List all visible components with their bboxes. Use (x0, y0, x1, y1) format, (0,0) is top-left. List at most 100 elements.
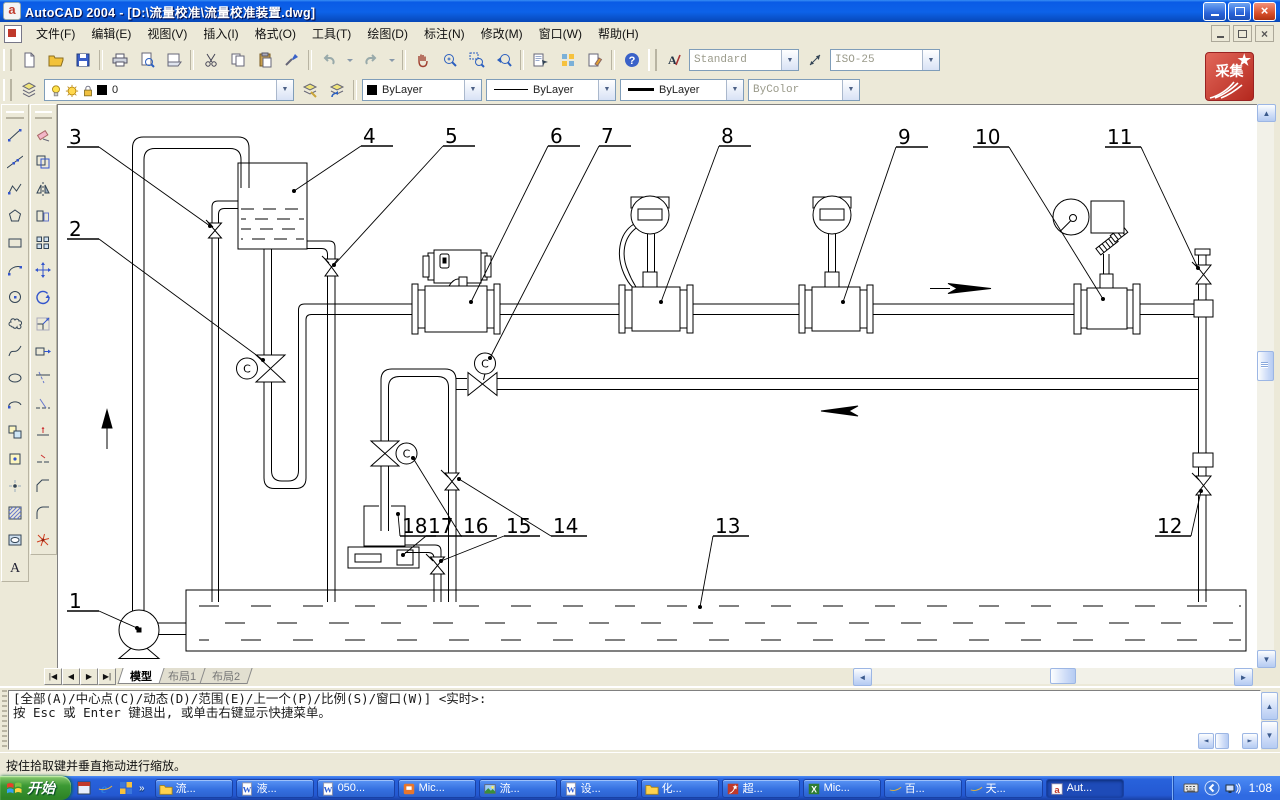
autocad-app-icon[interactable]: a (3, 2, 21, 20)
explode-icon[interactable] (31, 527, 56, 553)
command-vertical-scrollbar[interactable]: ▲ ▼ (1261, 690, 1278, 750)
undo-icon[interactable] (316, 48, 341, 73)
layer-on-icon[interactable] (49, 83, 63, 97)
app-icon[interactable] (75, 779, 93, 797)
scroll-right-icon[interactable]: ► (1242, 733, 1258, 749)
layer-thaw-icon[interactable] (65, 83, 79, 97)
scroll-down-icon[interactable]: ▼ (1257, 650, 1276, 668)
dim-style-icon[interactable] (802, 48, 827, 73)
stretch-icon[interactable] (31, 338, 56, 364)
array-icon[interactable] (31, 230, 56, 256)
menu-文件[interactable]: 文件(F) (28, 22, 83, 45)
layer-combo[interactable]: 0 ▼ (44, 79, 294, 101)
insert-block-icon[interactable] (2, 419, 27, 445)
point-icon[interactable] (2, 473, 27, 499)
ellipse-arc-icon[interactable] (2, 392, 27, 418)
scroll-left-icon[interactable]: ◄ (853, 668, 872, 686)
menu-编辑[interactable]: 编辑(E) (83, 22, 139, 45)
menu-标注[interactable]: 标注(N) (416, 22, 473, 45)
color-combo[interactable]: ByLayer ▼ (362, 79, 482, 101)
drawing-doc-icon[interactable] (4, 25, 22, 43)
text-style-icon[interactable]: A (661, 48, 686, 73)
taskbar-button-液[interactable]: W液... (236, 779, 314, 798)
publish-icon[interactable] (161, 48, 186, 73)
layer-previous-icon[interactable] (324, 77, 349, 102)
properties-icon[interactable] (528, 48, 553, 73)
scroll-down-icon[interactable]: ▼ (1261, 721, 1278, 749)
menu-窗口[interactable]: 窗口(W) (531, 22, 590, 45)
taskbar-button-Aut[interactable]: aAut... (1046, 779, 1124, 798)
chevron-down-icon[interactable]: ▼ (781, 50, 798, 70)
match-properties-icon[interactable] (279, 48, 304, 73)
command-window-splitter[interactable] (2, 690, 7, 750)
ellipse-icon[interactable] (2, 365, 27, 391)
circle-icon[interactable] (2, 284, 27, 310)
extend-icon[interactable] (31, 392, 56, 418)
taskbar-button-流[interactable]: 流... (479, 779, 557, 798)
menu-帮助[interactable]: 帮助(H) (590, 22, 647, 45)
print-preview-icon[interactable] (134, 48, 159, 73)
mdi-close-button[interactable]: × (1255, 25, 1274, 42)
tab-nav-last-icon[interactable]: ▶| (98, 668, 116, 685)
lineweight-combo[interactable]: ByLayer ▼ (620, 79, 744, 101)
drop-icon[interactable] (385, 48, 398, 73)
layer-lock-icon[interactable] (81, 83, 95, 97)
chevron-down-icon[interactable]: ▼ (276, 80, 293, 100)
text-style-combo[interactable]: Standard ▼ (689, 49, 799, 71)
rectangle-icon[interactable] (2, 230, 27, 256)
break-icon[interactable] (31, 446, 56, 472)
tab-nav-prev-icon[interactable]: ◀ (62, 668, 80, 685)
pan-icon[interactable] (410, 48, 435, 73)
hatch-icon[interactable] (2, 500, 27, 526)
ie-icon[interactable]: e (96, 779, 114, 797)
restore-button[interactable] (1228, 2, 1251, 21)
start-button[interactable]: 开始 (0, 776, 71, 800)
screen-capture-badge[interactable]: ★ 采集 (1205, 52, 1254, 101)
taskbar-button-超[interactable]: 超... (722, 779, 800, 798)
minimize-button[interactable] (1203, 2, 1226, 21)
taskbar-button-Mic[interactable]: Mic... (398, 779, 476, 798)
chevron-down-icon[interactable]: ▼ (922, 50, 939, 70)
tab-nav-first-icon[interactable]: |◀ (44, 668, 62, 685)
chevron-down-icon[interactable]: ▼ (464, 80, 481, 100)
tab-模型[interactable]: 模型 (117, 668, 164, 684)
taskbar-button-天[interactable]: e天... (965, 779, 1043, 798)
make-block-icon[interactable] (2, 446, 27, 472)
redo-icon[interactable] (358, 48, 383, 73)
break-at-point-icon[interactable] (31, 419, 56, 445)
command-hscroll-thumb[interactable] (1215, 733, 1229, 749)
taskbar-button-化[interactable]: 化... (641, 779, 719, 798)
new-icon[interactable] (16, 48, 41, 73)
mdi-restore-button[interactable] (1233, 25, 1252, 42)
taskbar-button-设[interactable]: W设... (560, 779, 638, 798)
paste-icon[interactable] (252, 48, 277, 73)
taskbar-button-流[interactable]: 流... (155, 779, 233, 798)
move-icon[interactable] (31, 257, 56, 283)
network-icon[interactable] (1225, 780, 1242, 797)
polyline-icon[interactable] (2, 176, 27, 202)
linetype-combo[interactable]: ByLayer ▼ (486, 79, 616, 101)
menu-工具[interactable]: 工具(T) (304, 22, 359, 45)
canvas-horizontal-scrollbar[interactable]: ◄ ► (853, 668, 1253, 684)
chamfer-icon[interactable] (31, 473, 56, 499)
region-icon[interactable] (2, 527, 27, 553)
drawing-canvas[interactable]: CCC 123456789101112131415161718 (57, 104, 1257, 668)
menu-视图[interactable]: 视图(V) (139, 22, 195, 45)
taskbar-button-百[interactable]: e百... (884, 779, 962, 798)
help-icon[interactable]: ? (619, 48, 644, 73)
line-icon[interactable] (2, 122, 27, 148)
chevron-down-icon[interactable]: ▼ (598, 80, 615, 100)
make-object-layer-current-icon[interactable] (297, 77, 322, 102)
zoom-previous-icon[interactable] (491, 48, 516, 73)
markup-icon[interactable] (582, 48, 607, 73)
construction-line-icon[interactable] (2, 149, 27, 175)
menu-插入[interactable]: 插入(I) (195, 22, 246, 45)
print-icon[interactable] (107, 48, 132, 73)
spline-icon[interactable] (2, 338, 27, 364)
menu-格式[interactable]: 格式(O) (247, 22, 304, 45)
canvas-vertical-scrollbar[interactable]: ▲ ▼ (1257, 104, 1274, 668)
arc-icon[interactable] (2, 257, 27, 283)
save-icon[interactable] (70, 48, 95, 73)
keyboard-icon[interactable] (1183, 780, 1200, 797)
copy-object-icon[interactable] (31, 149, 56, 175)
